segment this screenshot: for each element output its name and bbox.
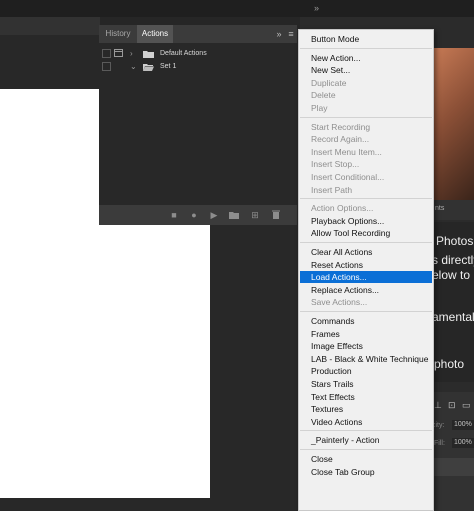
menu-separator — [300, 311, 432, 312]
menu-item-play[interactable]: Play — [300, 102, 432, 114]
menu-separator — [300, 242, 432, 243]
new-set-folder-icon[interactable] — [227, 208, 241, 222]
menu-item-text-effects[interactable]: Text Effects — [300, 391, 432, 403]
menu-item-reset-actions[interactable]: Reset Actions — [300, 259, 432, 271]
menu-item-stars-trails[interactable]: Stars Trails — [300, 378, 432, 390]
menu-item-save-actions[interactable]: Save Actions... — [300, 296, 432, 308]
menu-item-lab-black-white-technique[interactable]: LAB - Black & White Technique — [300, 353, 432, 365]
menu-item-image-effects[interactable]: Image Effects — [300, 340, 432, 352]
menu-item-insert-menu-item[interactable]: Insert Menu Item... — [300, 146, 432, 158]
layers-panel: ⊥ ⊡ ▭ city: 100% Fill: 100% — [432, 392, 474, 511]
tab-history[interactable]: History — [100, 25, 136, 43]
collapse-caret-icon[interactable]: ⌄ — [130, 60, 138, 73]
menu-item-close-tab-group[interactable]: Close Tab Group — [300, 466, 432, 478]
menu-separator — [300, 430, 432, 432]
learn-text-fragment-1: s directly — [432, 253, 474, 267]
menu-item-textures[interactable]: Textures — [300, 403, 432, 415]
learn-tab-fragment[interactable]: nts — [435, 205, 444, 212]
menu-item-insert-stop[interactable]: Insert Stop... — [300, 158, 432, 170]
record-icon[interactable]: ● — [187, 208, 201, 222]
stop-icon[interactable]: ■ — [167, 208, 181, 222]
menu-item-load-actions[interactable]: Load Actions... — [300, 271, 432, 284]
learn-panel-content: Photosh s directly elow to b amental pho… — [432, 222, 474, 382]
menu-item-video-actions[interactable]: Video Actions — [300, 416, 432, 428]
menu-item-new-set[interactable]: New Set... — [300, 64, 432, 76]
lock-icon[interactable]: ▭ — [462, 400, 471, 411]
learn-topic-photo[interactable]: photo — [434, 357, 474, 371]
play-icon[interactable]: ▶ — [207, 208, 221, 222]
actions-panel: History Actions » ≡ › Default Actions ⌄ … — [99, 25, 297, 225]
menu-item-allow-tool-recording[interactable]: Allow Tool Recording — [300, 227, 432, 239]
learn-panel-tab-bar: nts — [432, 200, 474, 220]
color-gradient-preview[interactable] — [432, 48, 474, 200]
menu-item-painterly-action[interactable]: _Painterly - Action — [300, 434, 432, 446]
new-action-icon[interactable]: ⊞ — [248, 208, 262, 222]
learn-heading-fragment: Photosh — [436, 234, 474, 248]
menu-item-delete[interactable]: Delete — [300, 89, 432, 101]
tab-actions[interactable]: Actions — [137, 25, 173, 43]
document-tab-strip[interactable] — [0, 17, 100, 35]
panel-tab-bar: History Actions » ≡ — [99, 25, 297, 43]
layer-row[interactable] — [432, 458, 474, 476]
folder-open-icon — [143, 63, 154, 71]
menu-item-clear-all-actions[interactable]: Clear All Actions — [300, 246, 432, 258]
panel-menu-icon[interactable]: ≡ — [285, 25, 297, 43]
top-bar: » — [0, 0, 474, 17]
action-set-row[interactable]: ⌄ Set 1 — [99, 60, 297, 73]
menu-separator — [300, 116, 432, 118]
opacity-field[interactable]: 100% — [452, 420, 474, 430]
menu-separator — [300, 47, 432, 49]
action-set-label: Set 1 — [160, 63, 177, 70]
learn-text-fragment-2: elow to b — [432, 268, 474, 282]
menu-item-duplicate[interactable]: Duplicate — [300, 77, 432, 89]
menu-separator — [300, 198, 432, 200]
collapse-panel-icon[interactable]: » — [273, 25, 285, 43]
action-list: › Default Actions ⌄ Set 1 — [99, 43, 297, 205]
actions-panel-footer: ■ ● ▶ ⊞ — [99, 205, 297, 225]
expand-caret-icon[interactable]: › — [130, 47, 138, 60]
top-expand-arrow-icon[interactable]: » — [314, 3, 319, 13]
transform-icon[interactable]: ⊡ — [448, 400, 456, 411]
menu-item-button-mode[interactable]: Button Mode — [300, 33, 432, 45]
lock-pixels-icon[interactable]: ⊥ — [434, 400, 442, 411]
actions-panel-flyout-menu: Button Mode New Action... New Set... Duplic… — [298, 29, 434, 511]
action-set-label: Default Actions — [160, 50, 207, 57]
action-set-row[interactable]: › Default Actions — [99, 47, 297, 60]
menu-item-close[interactable]: Close — [300, 453, 432, 465]
menu-item-record-again[interactable]: Record Again... — [300, 133, 432, 145]
menu-item-playback-options[interactable]: Playback Options... — [300, 215, 432, 227]
menu-item-action-options[interactable]: Action Options... — [300, 202, 432, 214]
menu-item-start-recording[interactable]: Start Recording — [300, 121, 432, 133]
menu-item-insert-path[interactable]: Insert Path — [300, 184, 432, 196]
folder-icon — [143, 50, 154, 58]
menu-item-commands[interactable]: Commands — [300, 315, 432, 327]
menu-item-frames[interactable]: Frames — [300, 328, 432, 340]
menu-separator — [300, 449, 432, 450]
menu-item-replace-actions[interactable]: Replace Actions... — [300, 284, 432, 296]
menu-item-insert-conditional[interactable]: Insert Conditional... — [300, 171, 432, 183]
menu-item-new-action[interactable]: New Action... — [300, 52, 432, 64]
dialog-toggle-icon[interactable] — [114, 49, 125, 58]
fill-field[interactable]: 100% — [452, 438, 474, 448]
trash-icon[interactable] — [269, 208, 283, 222]
toggle-checkbox[interactable] — [102, 49, 111, 58]
toggle-checkbox[interactable] — [102, 62, 111, 71]
menu-item-production[interactable]: Production — [300, 365, 432, 377]
fill-label: Fill: — [434, 440, 445, 447]
learn-topic-fundamental[interactable]: amental — [432, 310, 474, 324]
